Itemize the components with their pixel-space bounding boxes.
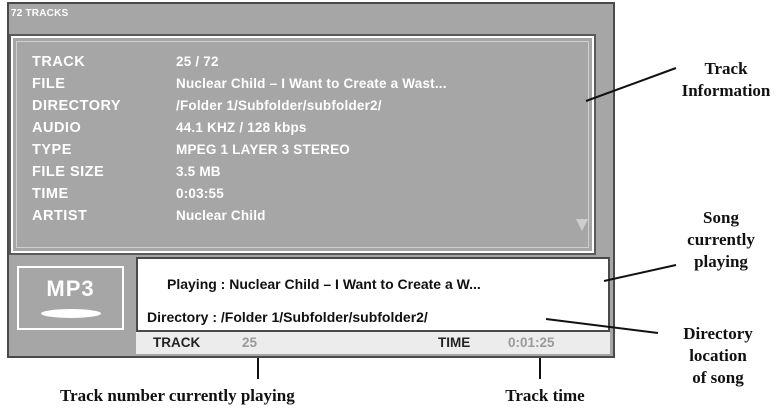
- callout-line-track-info: [585, 67, 677, 102]
- callout-line-text: Track: [704, 59, 748, 78]
- callout-song-playing: Song currently playing: [666, 207, 776, 273]
- callout-line-text: location: [689, 346, 747, 365]
- callout-line-text: of song: [692, 368, 744, 387]
- callout-track-time: Track time: [505, 386, 585, 405]
- callout-line-directory: [545, 318, 659, 334]
- callout-line-text: Directory: [683, 324, 753, 343]
- callout-line-text: playing: [694, 252, 748, 271]
- callout-line-text: Song: [703, 208, 739, 227]
- callout-line-text: Information: [681, 81, 771, 100]
- callout-track-information: Track Information: [676, 58, 776, 102]
- callout-track-number: Track number currently playing: [60, 386, 295, 405]
- callout-line-text: currently: [687, 230, 755, 249]
- callout-directory-location: Directory location of song: [660, 323, 776, 389]
